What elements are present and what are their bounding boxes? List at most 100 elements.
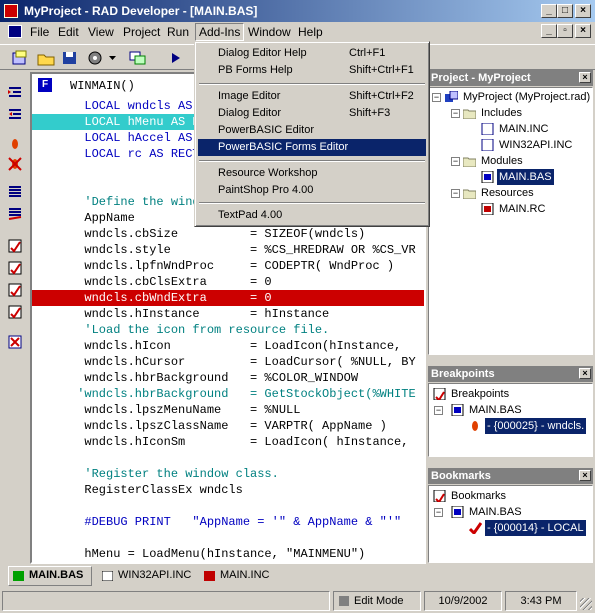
resource-file-icon [481, 203, 494, 215]
code-line-debug[interactable]: #DEBUG PRINT "AppName = '" & AppName & "… [32, 514, 424, 530]
menu-edit[interactable]: Edit [58, 25, 79, 39]
gear-icon [88, 51, 102, 65]
collapse-toggle[interactable]: − [451, 157, 460, 166]
mdi-close-button[interactable]: × [575, 24, 591, 38]
code-line[interactable] [32, 530, 424, 546]
menu-item-pb-forms-help[interactable]: PB Forms Help Shift+Ctrl+F1 [198, 62, 426, 79]
project-panel: Project - MyProject × − MyProject (MyPro… [428, 70, 593, 356]
mdi-document-icon[interactable] [8, 25, 22, 38]
tab-win32api-inc[interactable]: WIN32API.INC [98, 567, 198, 585]
code-line[interactable] [32, 498, 424, 514]
mdi-restore-button[interactable]: ▫ [557, 24, 573, 38]
code-line-comment[interactable]: 'wndcls.hbrBackground = GetStockObject(%… [32, 386, 424, 402]
next-bookmark-button[interactable] [6, 260, 24, 276]
bookmarks-panel-title: Bookmarks × [428, 468, 593, 484]
prev-bookmark-button[interactable] [6, 282, 24, 298]
menu-item-textpad[interactable]: TextPad 4.00 [198, 207, 426, 224]
window-title: MyProject - RAD Developer - [MAIN.BAS] [24, 4, 258, 18]
title-bar[interactable]: MyProject - RAD Developer - [MAIN.BAS] _… [0, 0, 595, 22]
code-line[interactable]: wndcls.hIconSm = LoadIcon( hInstance, [32, 434, 424, 450]
code-line[interactable]: wndcls.lpfnWndProc = CODEPTR( WndProc ) [32, 258, 424, 274]
code-line[interactable] [32, 450, 424, 466]
code-line[interactable]: hMenu = LoadMenu(hInstance, "MAINMENU") [32, 546, 424, 562]
close-icon[interactable]: × [579, 470, 591, 481]
save-button[interactable] [60, 49, 80, 67]
toggle-bookmark-button[interactable] [6, 238, 24, 254]
minimize-button[interactable]: _ [541, 4, 557, 18]
code-line[interactable]: wndcls.cbSize = SIZEOF(wndcls) [32, 226, 424, 242]
code-line[interactable]: wndcls.hbrBackground = %COLOR_WINDOW [32, 370, 424, 386]
menu-view[interactable]: View [88, 25, 114, 39]
outdent-button[interactable] [6, 106, 24, 122]
menu-addins[interactable]: Add-Ins [195, 23, 245, 41]
folder-icon [463, 157, 476, 167]
code-line-comment[interactable]: 'Load the icon from resource file. [32, 322, 424, 338]
collapse-toggle[interactable]: − [451, 189, 460, 198]
breakpoint-icon [472, 421, 478, 431]
clear-bookmarks-button[interactable] [6, 304, 24, 320]
code-line-comment[interactable]: 'Register the window class. [32, 466, 424, 482]
menu-item-dialog-editor-help[interactable]: Dialog Editor Help Ctrl+F1 [198, 45, 426, 62]
new-project-button[interactable] [10, 49, 30, 67]
status-mode: Edit Mode [333, 591, 421, 611]
menu-item-paintshop-pro[interactable]: PaintShop Pro 4.00 [198, 182, 426, 199]
bas-file-icon [481, 171, 494, 183]
menu-item-dialog-editor[interactable]: Dialog Editor Shift+F3 [198, 105, 426, 122]
chevron-down-icon [109, 56, 116, 60]
maximize-button[interactable]: □ [557, 4, 573, 18]
breakpoints-panel-title: Breakpoints × [428, 366, 593, 382]
inc-file-icon [204, 571, 215, 581]
tab-main-bas[interactable]: MAIN.BAS [8, 566, 92, 586]
code-line[interactable]: wndcls.hIcon = LoadIcon(hInstance, [32, 338, 424, 354]
bas-file-icon [13, 571, 24, 581]
project-window-button[interactable] [128, 49, 148, 67]
new-project-icon [12, 50, 27, 65]
code-line[interactable]: wndcls.hInstance = hInstance [32, 306, 424, 322]
indent-button[interactable] [6, 84, 24, 100]
menu-help[interactable]: Help [298, 25, 323, 39]
bas-file-icon [451, 404, 464, 416]
close-icon[interactable]: × [579, 72, 591, 83]
close-button[interactable]: × [575, 4, 591, 18]
menu-item-resource-workshop[interactable]: Resource Workshop [198, 165, 426, 182]
build-button[interactable] [86, 49, 106, 67]
menu-item-powerbasic-forms-editor[interactable]: PowerBASIC Forms Editor [198, 139, 426, 156]
collapse-toggle[interactable]: − [451, 109, 460, 118]
menu-project[interactable]: Project [123, 25, 160, 39]
uncomment-block-button[interactable] [6, 206, 24, 222]
menu-file[interactable]: File [30, 25, 49, 39]
build-dropdown-button[interactable] [106, 49, 120, 67]
save-icon [63, 52, 76, 64]
run-button[interactable] [166, 49, 186, 67]
clear-breakpoint-icon [8, 157, 22, 171]
tab-main-inc[interactable]: MAIN.INC [200, 567, 280, 585]
code-line-breakpoint[interactable]: wndcls.cbWndExtra = 0 [32, 290, 424, 306]
collapse-toggle[interactable]: − [434, 406, 443, 415]
clear-breakpoints-button[interactable] [6, 156, 24, 172]
status-time: 3:43 PM [505, 591, 577, 611]
code-line[interactable]: wndcls.lpszMenuName = %NULL [32, 402, 424, 418]
menu-window[interactable]: Window [248, 25, 291, 39]
breakpoints-tree[interactable]: Breakpoints − MAIN.BAS - {000025} - wndc… [428, 383, 593, 457]
bookmarks-tree[interactable]: Bookmarks − MAIN.BAS - {000014} - LOCAL [428, 485, 593, 563]
code-line[interactable]: wndcls.hCursor = LoadCursor( %NULL, BY [32, 354, 424, 370]
collapse-toggle[interactable]: − [434, 508, 443, 517]
code-line[interactable]: wndcls.cbClsExtra = 0 [32, 274, 424, 290]
menu-item-powerbasic-editor[interactable]: PowerBASIC Editor [198, 122, 426, 139]
mdi-minimize-button[interactable]: _ [541, 24, 557, 38]
code-line[interactable]: RegisterClassEx wndcls [32, 482, 424, 498]
close-icon[interactable]: × [579, 368, 591, 379]
code-line[interactable]: wndcls.lpszClassName = VARPTR( AppName ) [32, 418, 424, 434]
menu-run[interactable]: Run [167, 25, 189, 39]
comment-block-button[interactable] [6, 184, 24, 200]
open-button[interactable] [36, 49, 56, 67]
project-tree[interactable]: − MyProject (MyProject.rad) − Includes M… [428, 87, 593, 355]
menu-item-image-editor[interactable]: Image Editor Shift+Ctrl+F2 [198, 88, 426, 105]
status-date: 10/9/2002 [424, 591, 502, 611]
bookmarks-panel: Bookmarks × Bookmarks − MAIN.BAS - {0000… [428, 468, 593, 564]
code-line[interactable]: wndcls.style = %CS_HREDRAW OR %CS_VR [32, 242, 424, 258]
toggle-breakpoint-button[interactable] [6, 136, 24, 152]
collapse-toggle[interactable]: − [432, 93, 441, 102]
exit-button[interactable] [6, 334, 24, 350]
resize-grip-icon[interactable] [580, 598, 592, 610]
